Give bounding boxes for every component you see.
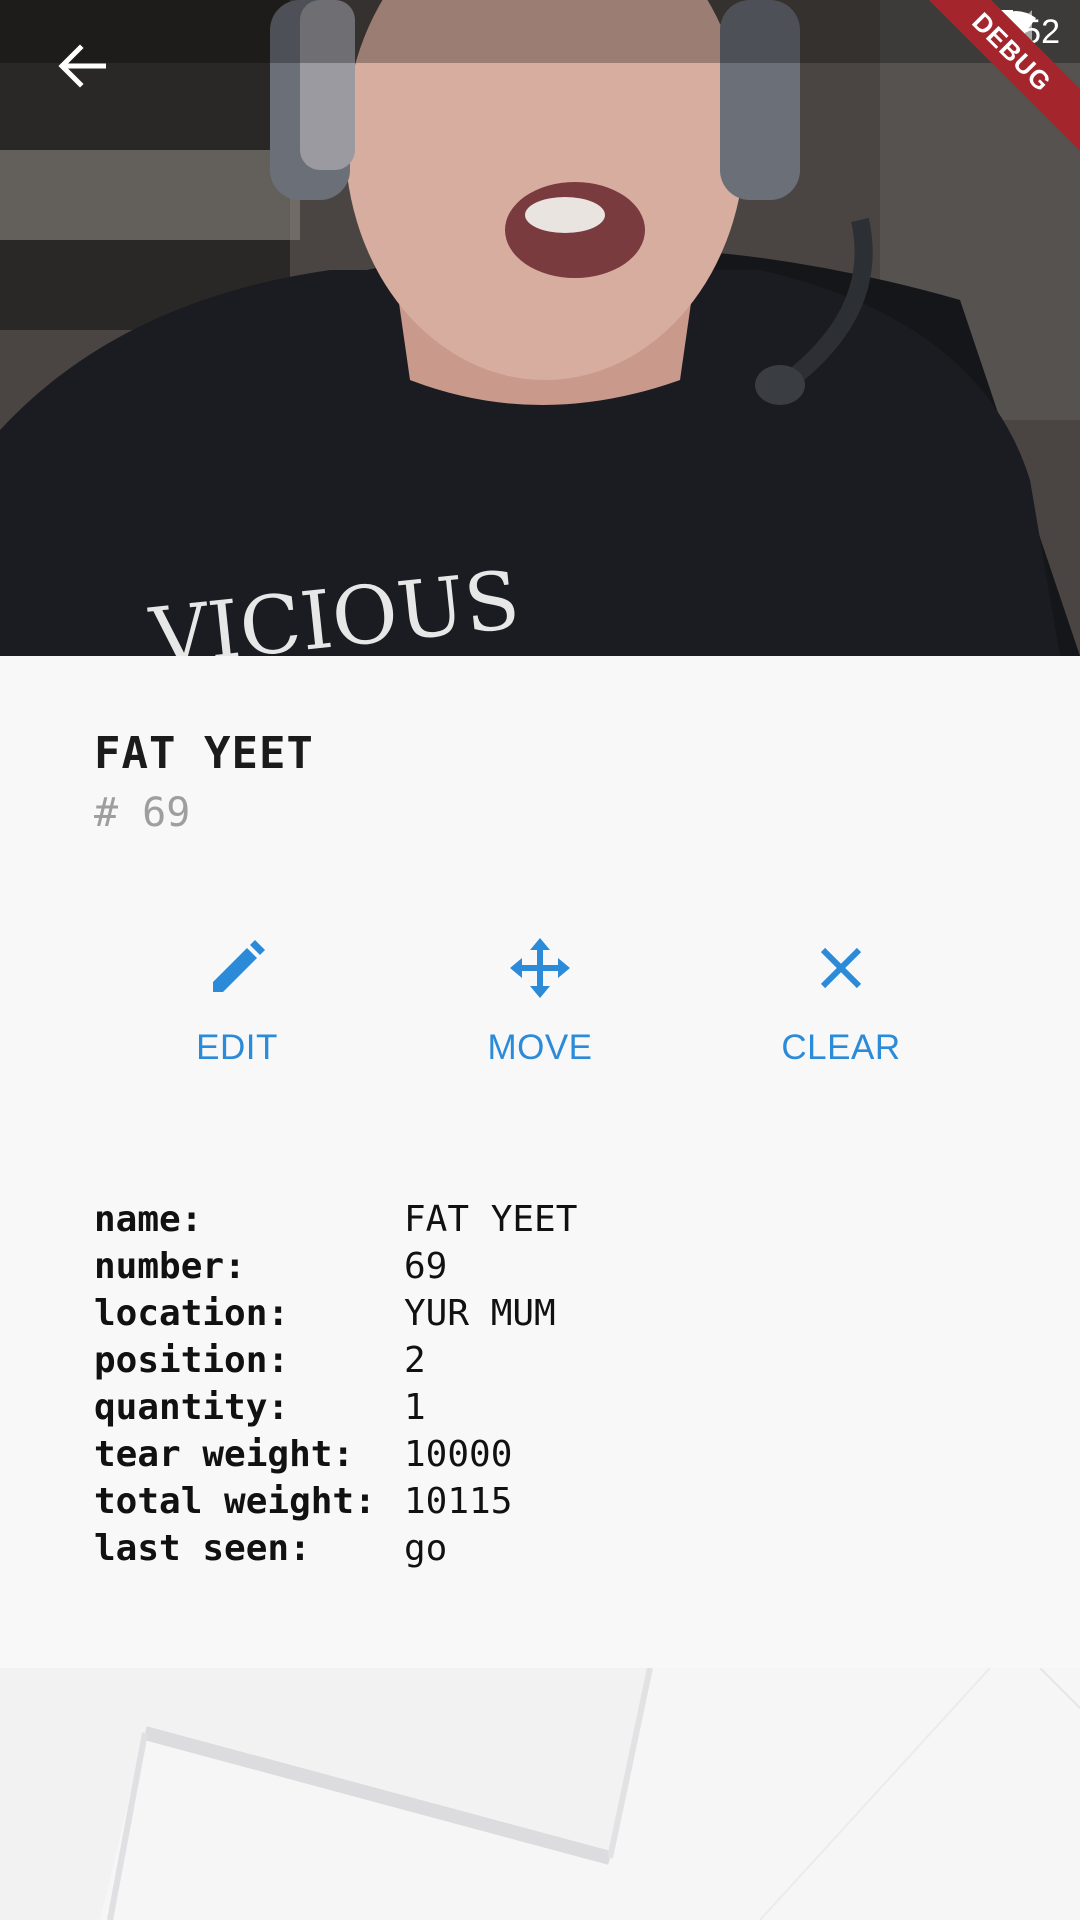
detail-row-location: location: YUR MUM	[94, 1290, 577, 1337]
background-pattern	[0, 1668, 1080, 1920]
action-row: EDIT MOVE CLEAR	[0, 930, 1080, 1090]
details-list: name: FAT YEET number: 69 location: YUR …	[94, 1196, 577, 1572]
detail-row-total-weight: total weight: 10115	[94, 1478, 577, 1525]
move-button[interactable]: MOVE	[430, 930, 650, 1080]
detail-value: 69	[404, 1246, 448, 1287]
edit-button-label: EDIT	[196, 1028, 278, 1067]
detail-row-number: number: 69	[94, 1243, 577, 1290]
move-arrows-icon	[510, 938, 570, 998]
clear-button[interactable]: CLEAR	[731, 930, 951, 1080]
detail-key: total weight:	[94, 1481, 376, 1522]
detail-row-quantity: quantity: 1	[94, 1384, 577, 1431]
detail-value: YUR MUM	[404, 1293, 556, 1334]
detail-key: name:	[94, 1199, 203, 1240]
detail-key: quantity:	[94, 1387, 290, 1428]
pencil-icon	[213, 940, 265, 992]
clear-button-label: CLEAR	[781, 1028, 901, 1067]
detail-value: 2	[404, 1340, 426, 1381]
edit-button[interactable]: EDIT	[127, 930, 347, 1080]
close-icon	[820, 947, 862, 989]
detail-row-position: position: 2	[94, 1337, 577, 1384]
detail-key: tear weight:	[94, 1434, 355, 1475]
detail-key: location:	[94, 1293, 290, 1334]
detail-row-name: name: FAT YEET	[94, 1196, 577, 1243]
detail-value: 10115	[404, 1481, 513, 1522]
detail-row-tear-weight: tear weight: 10000	[94, 1431, 577, 1478]
detail-value: go	[404, 1528, 448, 1569]
item-title: FAT YEET	[94, 728, 314, 779]
detail-key: number:	[94, 1246, 246, 1287]
detail-key: position:	[94, 1340, 290, 1381]
back-button[interactable]	[58, 44, 128, 106]
detail-key: last seen:	[94, 1528, 311, 1569]
move-button-label: MOVE	[487, 1028, 593, 1067]
detail-value: FAT YEET	[404, 1199, 578, 1240]
photo-illustration: VICIOUS	[0, 0, 1080, 656]
status-bar: 7:52	[0, 0, 1080, 63]
arrow-back-icon	[58, 44, 106, 88]
detail-value: 1	[404, 1387, 426, 1428]
detail-value: 10000	[404, 1434, 513, 1475]
item-number: # 69	[94, 790, 191, 836]
detail-row-last-seen: last seen: go	[94, 1525, 577, 1572]
background-shapes	[100, 1668, 1080, 1920]
item-photo: VICIOUS 7:52 DEBUG	[0, 0, 1080, 656]
